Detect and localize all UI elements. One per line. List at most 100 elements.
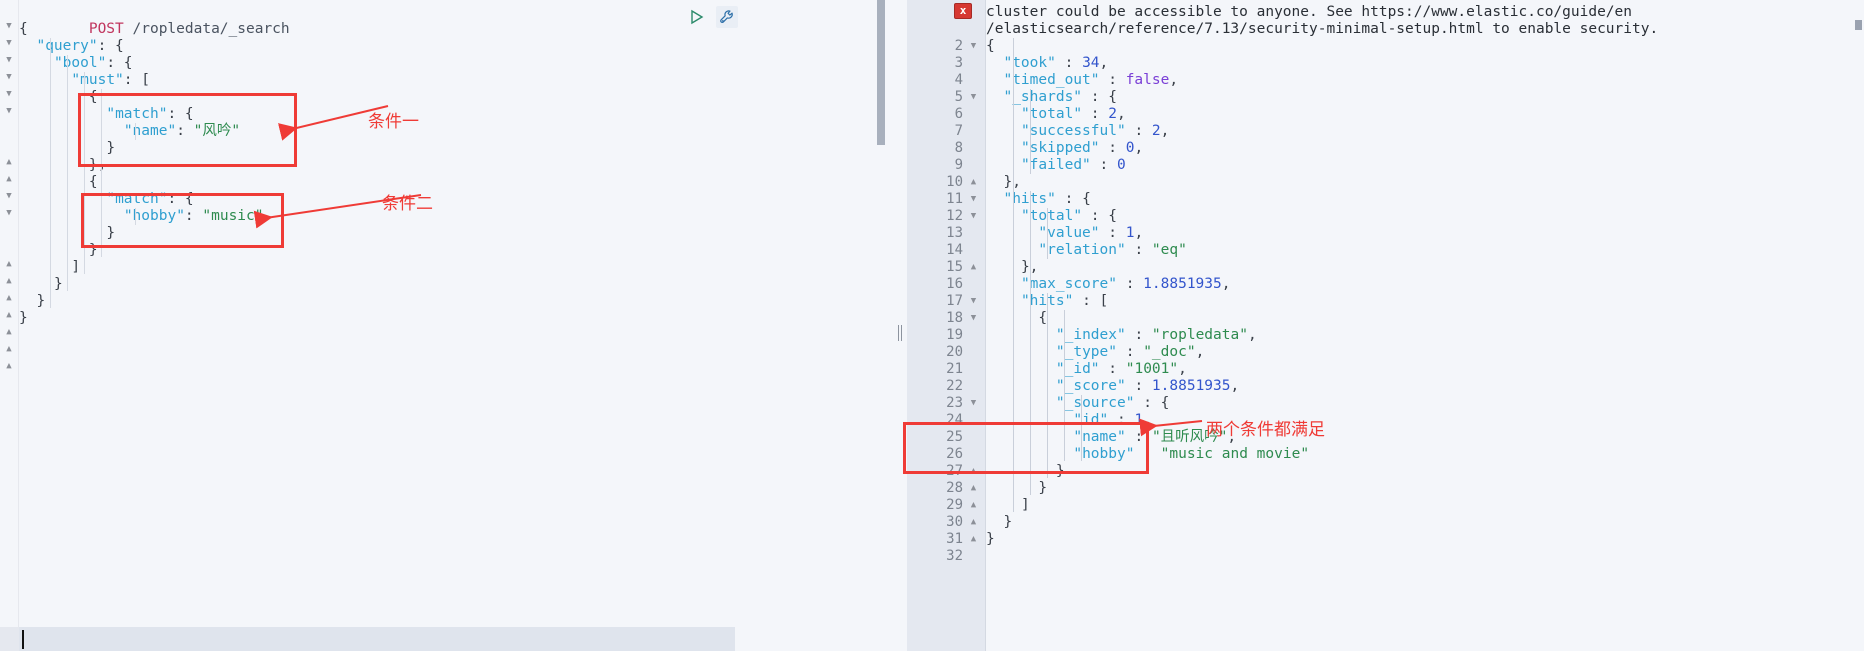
fold-collapse-icon[interactable]: ▼: [3, 191, 15, 201]
fold-collapse-icon[interactable]: ▼: [3, 38, 15, 48]
response-line-number: 28: [946, 480, 963, 496]
response-line-number: 26: [946, 446, 963, 462]
response-code-line: "total" : {: [1020, 208, 1117, 224]
indent-guide: [1064, 310, 1065, 461]
indent-guide: [1030, 191, 1031, 495]
fold-expand-icon[interactable]: ▲: [968, 480, 979, 497]
fold-collapse-icon[interactable]: ▼: [3, 72, 15, 82]
indent-guide: [135, 208, 136, 225]
request-code-line: "must": [: [71, 72, 150, 88]
fold-collapse-icon[interactable]: ▼: [968, 191, 979, 208]
response-code-line: "relation" : "eq": [1038, 242, 1187, 258]
response-code-line: {: [1038, 310, 1048, 326]
fold-collapse-icon[interactable]: ▼: [968, 208, 979, 225]
send-request-icon[interactable]: [686, 6, 708, 28]
fold-expand-icon[interactable]: ▲: [968, 174, 979, 191]
request-code-line: "hobby": "music": [123, 208, 264, 224]
fold-expand-icon[interactable]: ▲: [3, 361, 15, 371]
response-line-number: 14: [946, 242, 963, 258]
fold-expand-icon[interactable]: ▲: [3, 344, 15, 354]
response-code-line: "_id" : "1001",: [1055, 361, 1187, 377]
response-code-line: "name" : "且听风吟",: [1073, 429, 1237, 445]
response-gutter[interactable]: 2 ▼ 3 4 5 ▼ 6 7 8 9 10 ▲ 11 ▼ 12 ▼ 13 14 15 ▲ 16 17 ▼ 18 ▼ 19 20 21…: [907, 0, 985, 651]
request-code-line: }: [19, 310, 28, 326]
response-code-line: }: [1038, 480, 1048, 496]
response-code-area[interactable]: cluster could be accessible to anyone. S…: [986, 0, 1864, 651]
response-code-line: "_index" : "ropledata",: [1055, 327, 1257, 343]
fold-collapse-icon[interactable]: ▼: [968, 38, 979, 55]
request-body[interactable]: { "query": { "bool": { "must": [ { "matc…: [19, 21, 749, 327]
pane-splitter[interactable]: [893, 0, 907, 651]
response-line-number: 25: [946, 429, 963, 445]
response-line-number: 31: [946, 531, 963, 547]
fold-expand-icon[interactable]: ▲: [3, 259, 15, 269]
response-body[interactable]: { "took" : 34, "timed_out" : false, "_sh…: [986, 38, 1864, 565]
indent-guide: [1081, 395, 1082, 461]
response-code-line: "_shards" : {: [1003, 89, 1117, 105]
response-code-line: "_source" : {: [1055, 395, 1170, 411]
fold-expand-icon[interactable]: ▲: [968, 531, 979, 548]
request-code-line: }: [36, 293, 46, 309]
response-code-line: "timed_out" : false,: [1003, 72, 1179, 88]
fold-expand-icon[interactable]: ▲: [968, 463, 979, 480]
response-horizontal-scrollbar[interactable]: [986, 642, 1746, 649]
fold-expand-icon[interactable]: ▲: [3, 157, 15, 167]
response-code-line: "value" : 1,: [1038, 225, 1144, 241]
fold-collapse-icon[interactable]: ▼: [3, 55, 15, 65]
wrench-icon[interactable]: [716, 6, 738, 28]
response-line-number: 27: [946, 463, 963, 479]
response-code-line: "hobby" : "music and movie": [1073, 446, 1310, 462]
fold-expand-icon[interactable]: ▲: [968, 514, 979, 531]
request-code-line: {: [88, 89, 98, 105]
fold-expand-icon[interactable]: ▲: [968, 259, 979, 276]
request-action-icons[interactable]: [686, 6, 738, 28]
response-code-line: "total" : 2,: [1020, 106, 1126, 122]
request-code-line: },: [88, 157, 106, 173]
fold-collapse-icon[interactable]: ▼: [968, 395, 979, 412]
response-code-line: "failed" : 0: [1020, 157, 1126, 173]
request-fold-gutter[interactable]: ▼ ▼ ▼ ▼ ▼ ▼ ▲ ▲ ▼ ▼ ▲ ▲ ▲ ▲ ▲ ▲ ▲: [0, 0, 18, 651]
fold-expand-icon[interactable]: ▲: [3, 293, 15, 303]
fold-expand-icon[interactable]: ▲: [3, 327, 15, 337]
request-editor-pane[interactable]: ▼ ▼ ▼ ▼ ▼ ▼ ▲ ▲ ▼ ▼ ▲ ▲ ▲ ▲ ▲ ▲ ▲ POST /ropledata/_searc…: [0, 0, 893, 651]
fold-collapse-icon[interactable]: ▼: [3, 21, 15, 31]
fold-collapse-icon[interactable]: ▼: [968, 293, 979, 310]
request-code-area[interactable]: POST /ropledata/_search { "query": { "bo…: [19, 0, 749, 620]
response-line-number: 13: [946, 225, 963, 241]
response-pane[interactable]: 2 ▼ 3 4 5 ▼ 6 7 8 9 10 ▲ 11 ▼ 12 ▼ 13 14 15 ▲ 16 17 ▼ 18 ▼ 19 20 21…: [907, 0, 1864, 651]
request-code-line: }: [53, 276, 63, 292]
fold-collapse-icon[interactable]: ▼: [3, 208, 15, 218]
indent-guide: [1047, 293, 1048, 478]
fold-expand-icon[interactable]: ▲: [3, 310, 15, 320]
response-scrollbar-thumb[interactable]: [1855, 20, 1862, 30]
response-line-number: 21: [946, 361, 963, 377]
response-code-line: [986, 548, 1864, 565]
response-line-number: 5: [954, 89, 963, 105]
scrollbar-thumb[interactable]: [877, 0, 885, 145]
splitter-grip[interactable]: [898, 325, 902, 341]
request-active-line[interactable]: [19, 627, 735, 651]
error-marker-icon[interactable]: x: [954, 3, 972, 19]
request-code-line: }: [106, 225, 116, 241]
fold-collapse-icon[interactable]: ▼: [3, 89, 15, 99]
response-line-number: 19: [946, 327, 963, 343]
response-line-number: 29: [946, 497, 963, 513]
fold-collapse-icon[interactable]: ▼: [968, 310, 979, 327]
response-code-line: "hits" : {: [1003, 191, 1091, 207]
request-path: /ropledata/_search: [132, 21, 290, 37]
response-line-number: 4: [954, 72, 963, 88]
request-vertical-scrollbar[interactable]: [877, 0, 885, 600]
response-code-line: "_score" : 1.8851935,: [1055, 378, 1240, 394]
response-line-number: 24: [946, 412, 963, 428]
indent-guide: [101, 89, 102, 257]
request-code-line: ]: [71, 259, 81, 275]
response-code-line: }: [1003, 514, 1013, 530]
request-code-line: "match": {: [106, 191, 194, 207]
fold-collapse-icon[interactable]: ▼: [968, 89, 979, 106]
request-line-url: POST /ropledata/_search: [19, 4, 749, 37]
fold-expand-icon[interactable]: ▲: [3, 174, 15, 184]
response-code-line: "successful" : 2,: [1020, 123, 1170, 139]
fold-collapse-icon[interactable]: ▼: [3, 106, 15, 116]
fold-expand-icon[interactable]: ▲: [3, 276, 15, 286]
fold-expand-icon[interactable]: ▲: [968, 497, 979, 514]
